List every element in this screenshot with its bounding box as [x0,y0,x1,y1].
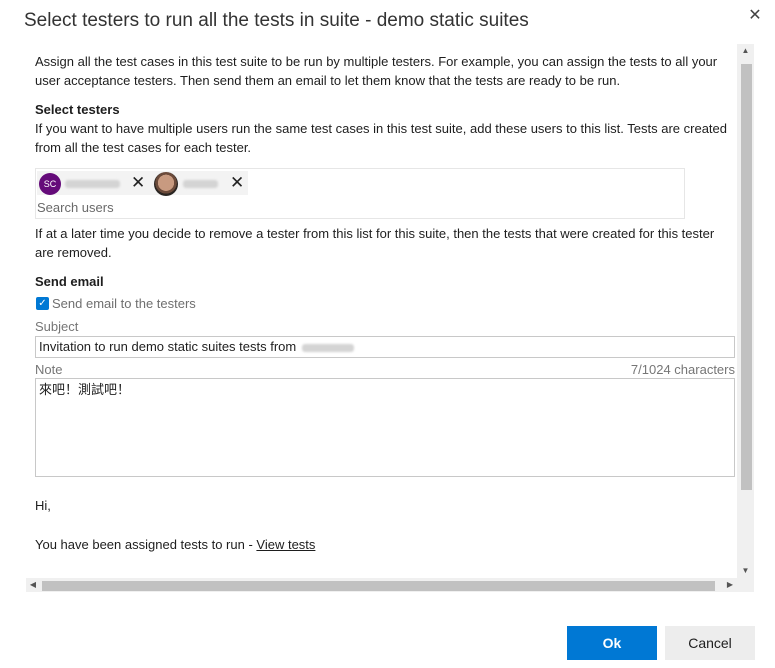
tester-picker[interactable]: SC ✕ ✕ [35,168,685,219]
horizontal-scroll-thumb[interactable] [42,581,715,591]
email-greeting: Hi, [35,498,51,513]
redacted-name [65,180,120,188]
subject-value: Invitation to run demo static suites tes… [39,339,297,354]
subject-label: Subject [35,319,79,334]
cancel-button[interactable]: Cancel [665,626,755,660]
avatar [154,172,178,196]
vertical-scrollbar[interactable]: ▲ ▼ [737,44,754,578]
scroll-down-icon[interactable]: ▼ [737,564,754,578]
dialog-title: Select testers to run all the tests in s… [24,10,529,31]
note-label: Note [35,362,63,377]
tester-chip: ✕ [150,171,248,196]
vertical-scroll-thumb[interactable] [741,64,752,490]
email-body: You have been assigned tests to run - Vi… [35,535,735,554]
view-tests-link[interactable]: View tests [256,537,315,552]
remove-tester-icon[interactable]: ✕ [131,173,145,193]
redacted-name [302,343,355,352]
remove-tester-icon[interactable]: ✕ [230,173,244,193]
note-field[interactable]: 來吧！測試吧！ [35,378,735,477]
intro-text: Assign all the test cases in this test s… [35,54,718,88]
remove-tester-note: If at a later time you decide to remove … [35,226,715,260]
email-body-text: You have been assigned tests to run - [35,537,257,552]
ok-button[interactable]: Ok [567,626,657,660]
search-users-input[interactable] [37,197,337,217]
scroll-up-icon[interactable]: ▲ [737,44,754,58]
tester-chip: SC ✕ [37,171,155,195]
dialog-scroll-area[interactable]: Assign all the test cases in this test s… [26,44,754,592]
note-char-count: 7/1024 characters [630,362,735,377]
select-testers-heading: Select testers [35,102,120,117]
select-testers-description: If you want to have multiple users run t… [35,121,727,155]
subject-field[interactable]: Invitation to run demo static suites tes… [35,336,735,358]
send-email-heading: Send email [35,274,104,289]
scroll-corner [737,578,754,592]
horizontal-scrollbar[interactable]: ◀ ▶ [26,578,737,592]
dialog-content: Assign all the test cases in this test s… [26,44,737,578]
avatar: SC [39,173,61,195]
scroll-right-icon[interactable]: ▶ [723,578,737,592]
redacted-name [183,180,218,188]
scroll-left-icon[interactable]: ◀ [26,578,40,592]
close-icon[interactable]: ✕ [745,6,765,26]
send-email-checkbox-label[interactable]: Send email to the testers [52,294,196,313]
send-email-checkbox[interactable]: ✓ [36,297,49,310]
